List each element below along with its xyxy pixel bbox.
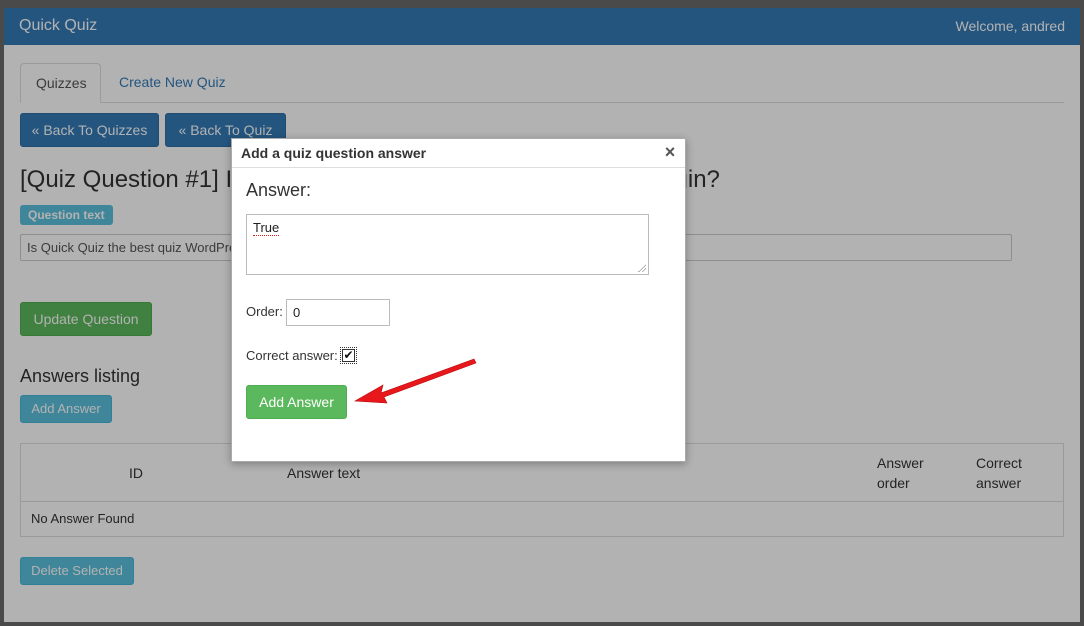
order-input[interactable]: 0 xyxy=(286,299,390,326)
dialog-title: Add a quiz question answer xyxy=(241,145,427,161)
close-icon[interactable]: × xyxy=(662,141,678,163)
app-window: Quick Quiz Welcome, andred Quizzes Creat… xyxy=(4,8,1080,622)
correct-answer-label: Correct answer: xyxy=(246,348,338,363)
red-arrow-annotation-icon xyxy=(353,358,477,404)
order-label: Order: xyxy=(246,304,283,319)
resize-handle-icon[interactable] xyxy=(638,264,646,272)
add-answer-dialog: Add a quiz question answer × Answer: Tru… xyxy=(231,138,686,462)
dialog-add-answer-button[interactable]: Add Answer xyxy=(246,385,347,419)
dialog-titlebar[interactable]: Add a quiz question answer × xyxy=(232,139,685,168)
answer-heading: Answer: xyxy=(246,180,312,200)
answer-text-value: True xyxy=(253,220,280,236)
answer-textarea[interactable]: True xyxy=(246,214,649,275)
